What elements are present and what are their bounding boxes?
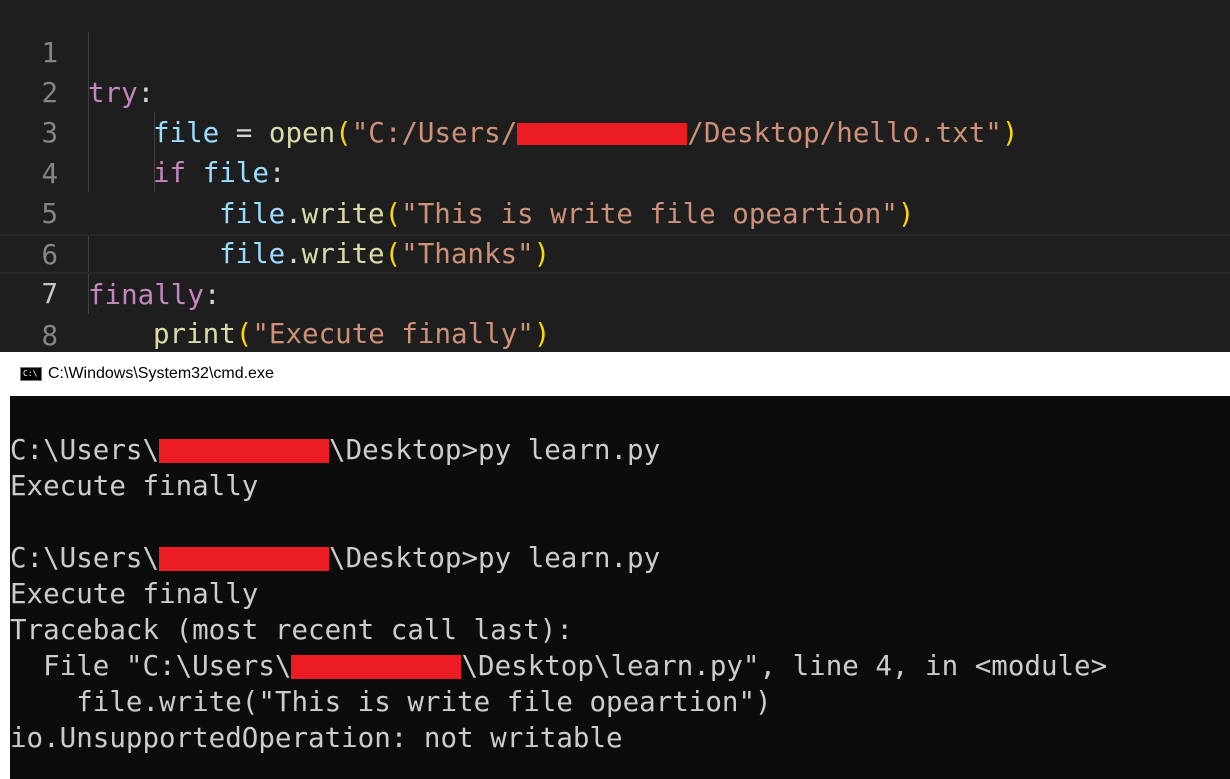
code-line-6[interactable]: 6 finally: bbox=[0, 195, 1230, 311]
window-border bbox=[0, 352, 10, 779]
console-line: Traceback (most recent call last): bbox=[10, 614, 573, 646]
code-line-8[interactable]: 8 file.close() bbox=[0, 276, 1230, 352]
cmd-title-bar[interactable]: C:\ C:\Windows\System32\cmd.exe bbox=[10, 352, 1230, 396]
console-line: C:\Users\ \Desktop>py learn.py bbox=[10, 542, 661, 574]
code-line-9[interactable]: 9 bbox=[0, 316, 1230, 352]
console-output[interactable]: C:\Users\ \Desktop>py learn.py Execute fi… bbox=[10, 396, 1230, 779]
code-editor[interactable]: 1 try: 2 file = open("C:/Users//Desktop/… bbox=[0, 0, 1230, 352]
code-line-4[interactable]: 4 file.write("This is write file opearti… bbox=[0, 114, 1230, 230]
console-line: Execute finally bbox=[10, 470, 259, 502]
console-line: file.write("This is write file opeartion… bbox=[10, 686, 772, 718]
console-line: io.UnsupportedOperation: not writable bbox=[10, 722, 623, 754]
console-line: Execute finally bbox=[10, 578, 259, 610]
console-line: File "C:\Users\ \Desktop\learn.py", line … bbox=[10, 650, 1108, 682]
console-line: C:\Users\ \Desktop>py learn.py bbox=[10, 434, 661, 466]
window-title: C:\Windows\System32\cmd.exe bbox=[48, 365, 274, 382]
code-line-5[interactable]: 5 file.write("Thanks") bbox=[0, 154, 1230, 270]
cmd-icon: C:\ bbox=[20, 367, 42, 381]
code-line-7[interactable]: 7 print("Execute finally") bbox=[0, 234, 1230, 350]
redaction-mark bbox=[291, 655, 462, 679]
code-line-2[interactable]: 2 file = open("C:/Users//Desktop/hello.t… bbox=[0, 33, 1230, 149]
code-line-1[interactable]: 1 try: bbox=[0, 0, 1230, 109]
redaction-mark bbox=[159, 547, 330, 571]
code-line-3[interactable]: 3 if file: bbox=[0, 73, 1230, 189]
redaction-mark bbox=[159, 439, 330, 463]
